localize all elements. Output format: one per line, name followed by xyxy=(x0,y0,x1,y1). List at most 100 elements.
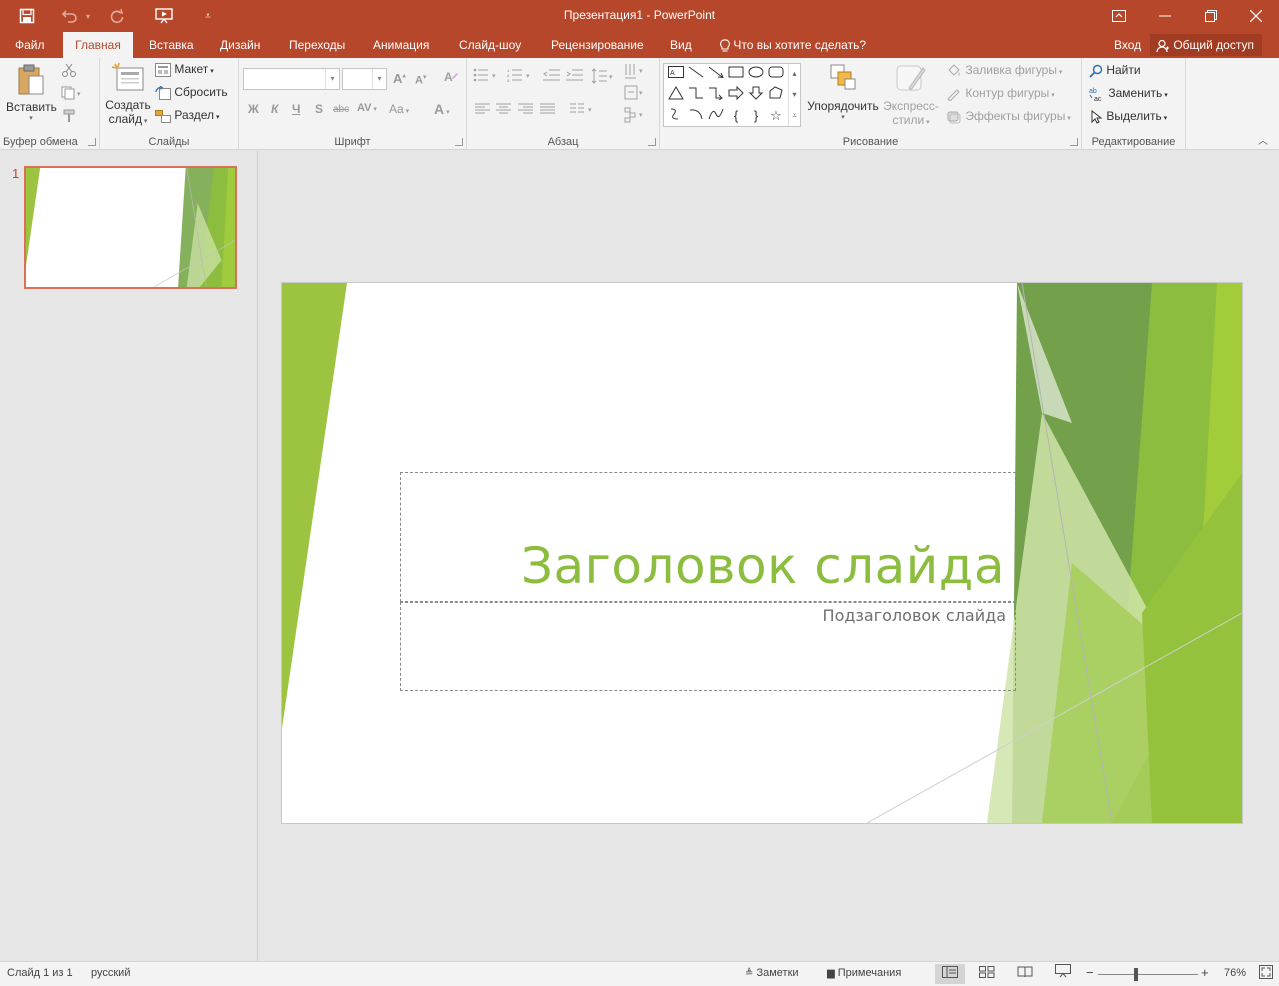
comments-button[interactable]: ▆ Примечания xyxy=(827,967,901,979)
shape-outline-button[interactable]: Контур фигуры ▾ xyxy=(946,86,1055,101)
shapes-scroll-down-icon[interactable]: ▾ xyxy=(788,85,800,105)
shape-rectangle-icon[interactable] xyxy=(726,65,746,83)
signin-link[interactable]: Вход xyxy=(1106,32,1149,58)
minimize-icon[interactable] xyxy=(1142,0,1188,32)
numbering-icon[interactable]: 1 2 3 ▾ xyxy=(507,68,533,85)
clipboard-launcher-icon[interactable] xyxy=(88,138,96,146)
tab-insert[interactable]: Вставка xyxy=(141,32,202,58)
shape-elbow-connector-icon[interactable] xyxy=(686,86,706,104)
shape-effects-button[interactable]: Эффекты фигуры ▾ xyxy=(946,109,1071,124)
shape-star-icon[interactable]: ☆ xyxy=(766,107,786,125)
font-size-combo[interactable]: ▾ xyxy=(342,68,387,90)
replace-button[interactable]: ab ac Заменить ▾ xyxy=(1089,86,1168,102)
clear-formatting-icon[interactable]: A xyxy=(443,69,459,88)
arrange-button[interactable]: Упорядочить ▾ xyxy=(806,62,880,121)
shape-elbow-arrow-icon[interactable] xyxy=(706,86,726,104)
shape-down-arrow-icon[interactable] xyxy=(746,86,766,104)
shape-line-icon[interactable] xyxy=(686,65,706,83)
font-launcher-icon[interactable] xyxy=(455,138,463,146)
tab-view[interactable]: Вид xyxy=(662,32,700,58)
italic-button[interactable]: К xyxy=(271,102,278,116)
font-color-button[interactable]: A ▾ xyxy=(434,101,450,117)
slide-sorter-button[interactable] xyxy=(972,964,1002,984)
shape-right-arrow-icon[interactable] xyxy=(726,85,746,104)
shape-wave-icon[interactable] xyxy=(706,107,726,125)
slide-canvas[interactable]: Заголовок слайда Подзаголовок слайда xyxy=(281,282,1243,824)
select-button[interactable]: Выделить ▾ xyxy=(1089,109,1167,124)
cut-icon[interactable] xyxy=(61,63,77,80)
drawing-launcher-icon[interactable] xyxy=(1070,138,1078,146)
strikethrough-button[interactable]: abc xyxy=(333,104,349,115)
font-name-combo[interactable]: ▾ xyxy=(243,68,340,90)
underline-button[interactable]: Ч xyxy=(292,102,300,116)
bold-button[interactable]: Ж xyxy=(248,102,259,116)
grow-font-button[interactable]: A▴ xyxy=(393,71,406,86)
zoom-slider-track[interactable] xyxy=(1098,974,1198,975)
language-indicator[interactable]: русский xyxy=(91,967,130,979)
font-name-dropdown-icon[interactable]: ▾ xyxy=(325,69,339,89)
convert-to-smartart-icon[interactable]: ▾ xyxy=(624,107,646,126)
shape-arc-icon[interactable] xyxy=(686,107,706,125)
tab-home[interactable]: Главная xyxy=(63,32,133,58)
align-center-icon[interactable] xyxy=(496,103,512,118)
notes-button[interactable]: ≜ Заметки xyxy=(745,967,799,979)
tab-transitions[interactable]: Переходы xyxy=(281,32,353,58)
paste-button[interactable]: Вставить ▾ xyxy=(6,62,57,128)
section-button[interactable]: Раздел ▾ xyxy=(155,108,219,123)
increase-indent-icon[interactable] xyxy=(566,68,584,85)
ribbon-display-options-icon[interactable] xyxy=(1096,0,1142,32)
zoom-level[interactable]: 76% xyxy=(1224,967,1246,979)
tab-file[interactable]: Файл xyxy=(7,32,53,58)
share-button[interactable]: Общий доступ xyxy=(1150,34,1262,56)
zoom-slider-thumb[interactable] xyxy=(1134,968,1138,981)
title-placeholder[interactable]: Заголовок слайда xyxy=(400,472,1016,602)
reset-button[interactable]: Сбросить xyxy=(155,85,228,100)
shapes-scroll-up-icon[interactable]: ▴ xyxy=(788,64,800,84)
zoom-out-button[interactable]: − xyxy=(1086,965,1094,980)
tell-me-box[interactable]: Что вы хотите сделать? xyxy=(712,32,874,58)
shapes-gallery[interactable]: A { } ☆ ▴ ▾ ⩡ xyxy=(663,63,801,127)
format-painter-icon[interactable] xyxy=(61,109,77,126)
reading-view-button[interactable] xyxy=(1010,964,1040,984)
slide-title[interactable]: Заголовок слайда xyxy=(521,537,1005,595)
align-left-icon[interactable] xyxy=(475,103,491,118)
text-direction-icon[interactable]: ▾ xyxy=(624,63,646,84)
restore-icon[interactable] xyxy=(1188,0,1234,32)
close-icon[interactable] xyxy=(1233,0,1279,32)
character-spacing-button[interactable]: AV ▾ xyxy=(357,102,377,114)
shape-curve-icon[interactable] xyxy=(666,107,686,125)
shape-right-brace-icon[interactable]: } xyxy=(746,107,766,125)
shape-arrow-line-icon[interactable] xyxy=(706,65,726,83)
tab-slideshow[interactable]: Слайд-шоу xyxy=(451,32,529,58)
tab-animations[interactable]: Анимация xyxy=(365,32,437,58)
shape-fill-button[interactable]: Заливка фигуры ▾ xyxy=(946,63,1062,78)
normal-view-button[interactable] xyxy=(935,964,965,984)
find-button[interactable]: Найти xyxy=(1089,63,1141,78)
fit-to-window-icon[interactable] xyxy=(1259,965,1273,982)
tab-design[interactable]: Дизайн xyxy=(212,32,268,58)
zoom-in-button[interactable]: + xyxy=(1201,965,1209,980)
slide-counter[interactable]: Слайд 1 из 1 xyxy=(7,967,73,979)
shape-left-brace-icon[interactable]: { xyxy=(726,107,746,125)
layout-button[interactable]: Макет ▾ xyxy=(155,62,214,77)
shape-freeform-icon[interactable] xyxy=(766,86,786,104)
slideshow-view-button[interactable] xyxy=(1048,964,1078,984)
align-right-icon[interactable] xyxy=(518,103,534,118)
change-case-button[interactable]: Aa ▾ xyxy=(389,102,409,116)
bullets-icon[interactable]: ▾ xyxy=(473,68,499,85)
decrease-indent-icon[interactable] xyxy=(543,68,561,85)
shapes-more-icon[interactable]: ⩡ xyxy=(788,106,800,126)
align-text-icon[interactable]: ▾ xyxy=(624,85,646,104)
shape-textbox-icon[interactable]: A xyxy=(666,65,686,83)
justify-icon[interactable] xyxy=(540,103,556,118)
shape-rounded-rect-icon[interactable] xyxy=(766,65,786,83)
subtitle-placeholder[interactable]: Подзаголовок слайда xyxy=(400,602,1016,691)
tab-review[interactable]: Рецензирование xyxy=(543,32,652,58)
font-size-dropdown-icon[interactable]: ▾ xyxy=(372,69,386,89)
slide-subtitle[interactable]: Подзаголовок слайда xyxy=(823,606,1006,625)
copy-icon[interactable]: ▾ xyxy=(61,86,83,103)
line-spacing-icon[interactable]: ▾ xyxy=(591,68,615,87)
shadow-button[interactable]: S xyxy=(315,102,323,116)
shape-triangle-icon[interactable] xyxy=(666,86,686,104)
new-slide-button[interactable]: Создать слайд ▾ xyxy=(104,62,152,126)
